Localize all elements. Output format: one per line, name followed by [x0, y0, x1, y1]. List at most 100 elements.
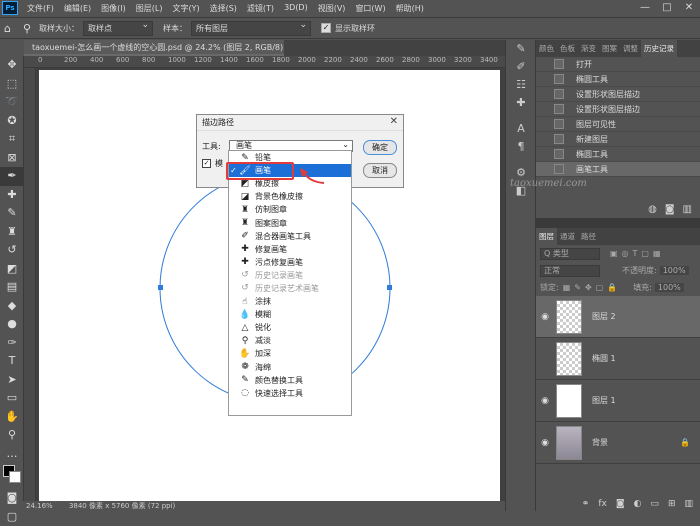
menu-item[interactable]: 图层(L) [131, 3, 168, 14]
history-item[interactable]: 椭圆工具 [536, 147, 700, 162]
pen-tool-icon[interactable]: ✑ [0, 334, 24, 353]
adjustment-icon[interactable]: ◐ [634, 499, 642, 509]
menu-item[interactable]: 3D(D) [279, 3, 313, 14]
tool-option[interactable]: ✎颜色替换工具 [229, 374, 351, 387]
tool-option[interactable]: ♜仿制图章 [229, 203, 351, 216]
tool-option[interactable]: ⚲减淡 [229, 334, 351, 347]
home-icon[interactable]: ⌂ [4, 22, 11, 35]
fill-value[interactable]: 100% [655, 283, 684, 292]
move-tool-icon[interactable]: ✥ [0, 56, 24, 75]
eyedropper-icon[interactable]: ⚲ [23, 22, 31, 35]
tool-option[interactable]: ✚修复画笔 [229, 243, 351, 256]
camera-icon[interactable]: ◙ [665, 204, 675, 215]
layer-name[interactable]: 背景 [592, 437, 608, 448]
healing-tool-icon[interactable]: ✚ [0, 186, 24, 205]
minimize-button[interactable]: — [634, 0, 656, 16]
more-tools-icon[interactable]: … [0, 445, 24, 464]
fx-icon[interactable]: fx [598, 499, 607, 509]
visibility-eye-icon[interactable]: ◉ [536, 312, 554, 322]
show-ring-checkbox[interactable]: ✓ [321, 23, 331, 33]
frame-tool-icon[interactable]: ⊠ [0, 149, 24, 168]
layer-row[interactable]: ◉ 图层 1 [536, 380, 700, 422]
panel-icon-2[interactable]: ✐ [506, 58, 536, 76]
background-color[interactable] [9, 471, 21, 483]
panel-tab[interactable]: 调整 [620, 40, 641, 57]
tool-option[interactable]: 💧模糊 [229, 308, 351, 321]
layer-row[interactable]: ◉ 背景 🔒 [536, 422, 700, 464]
history-item[interactable]: 打开 [536, 57, 700, 72]
dialog-close-icon[interactable]: ✕ [390, 116, 398, 127]
mask-icon[interactable]: ◙ [616, 499, 625, 509]
new-layer-icon[interactable]: ⊞ [668, 499, 676, 509]
layer-name[interactable]: 椭圆 1 [592, 353, 616, 364]
panel-tab[interactable]: 图案 [599, 40, 620, 57]
shape-tool-icon[interactable]: ▭ [0, 389, 24, 408]
menu-item[interactable]: 帮助(H) [391, 3, 429, 14]
blend-mode-select[interactable]: 正常 [540, 265, 600, 277]
panel-tab[interactable]: 颜色 [536, 40, 557, 57]
link-layers-icon[interactable]: ⚭ [582, 499, 590, 509]
layer-panel-tab[interactable]: 通道 [557, 228, 578, 245]
hand-tool-icon[interactable]: ✋ [0, 408, 24, 427]
color-swatches[interactable] [0, 463, 23, 489]
history-item[interactable]: 设置形状图层描边 [536, 87, 700, 102]
layer-panel-tab[interactable]: 图层 [536, 228, 557, 245]
filter-icons[interactable]: ▣◎T▢▦ [610, 249, 665, 258]
dodge-tool-icon[interactable]: ● [0, 315, 24, 334]
stamp-tool-icon[interactable]: ♜ [0, 223, 24, 242]
path-select-tool-icon[interactable]: ➤ [0, 371, 24, 390]
eraser-tool-icon[interactable]: ◩ [0, 260, 24, 279]
layer-name[interactable]: 图层 2 [592, 311, 616, 322]
lasso-tool-icon[interactable]: ➰ [0, 93, 24, 112]
layer-name[interactable]: 图层 1 [592, 395, 616, 406]
delete-layer-icon[interactable]: ▥ [684, 499, 693, 509]
sample-select[interactable]: 所有图层 [191, 21, 311, 36]
ok-button[interactable]: 确定 [363, 140, 397, 155]
panel-tab[interactable]: 历史记录 [641, 40, 677, 57]
history-item[interactable]: 图层可见性 [536, 117, 700, 132]
menu-item[interactable]: 编辑(E) [59, 3, 96, 14]
maximize-button[interactable]: □ [656, 0, 678, 16]
tool-option[interactable]: ✚污点修复画笔 [229, 256, 351, 269]
tool-option[interactable]: ✋加深 [229, 347, 351, 360]
lock-icons[interactable]: ▦✎✥▢🔒 [563, 283, 621, 292]
history-item[interactable]: 新建图层 [536, 132, 700, 147]
tool-option[interactable]: ◌快速选择工具 [229, 387, 351, 400]
tool-option[interactable]: ♜图案图章 [229, 216, 351, 229]
close-button[interactable]: ✕ [678, 0, 700, 16]
tool-option[interactable]: ☝涂抹 [229, 295, 351, 308]
layer-row[interactable]: 椭圆 1 [536, 338, 700, 380]
layer-panel-tab[interactable]: 路径 [578, 228, 599, 245]
document-info[interactable]: 3840 像素 x 5760 像素 (72 ppi) [69, 502, 175, 510]
menu-item[interactable]: 图像(I) [96, 3, 131, 14]
menu-item[interactable]: 文件(F) [22, 3, 59, 14]
menu-item[interactable]: 文字(Y) [167, 3, 204, 14]
tool-option[interactable]: ❁海绵 [229, 361, 351, 374]
tool-option[interactable]: ◪背景色橡皮擦 [229, 190, 351, 203]
quick-select-tool-icon[interactable]: ✪ [0, 112, 24, 131]
type-tool-icon[interactable]: T [0, 352, 24, 371]
opacity-value[interactable]: 100% [660, 266, 689, 275]
panel-icon-3[interactable]: ☷ [506, 76, 536, 94]
menu-item[interactable]: 视图(V) [313, 3, 351, 14]
menu-item[interactable]: 窗口(W) [350, 3, 390, 14]
menu-item[interactable]: 选择(S) [205, 3, 242, 14]
tool-option[interactable]: ↺历史记录艺术画笔 [229, 282, 351, 295]
history-item[interactable]: 设置形状图层描边 [536, 102, 700, 117]
zoom-level[interactable]: 24.16% [26, 502, 53, 510]
anchor-point-left[interactable] [158, 285, 163, 290]
sample-size-select[interactable]: 取样点 [83, 21, 153, 36]
anchor-point-right[interactable] [387, 285, 392, 290]
document-tab[interactable]: taoxuemei-怎么画一个虚线的空心圆.psd @ 24.2% (图层 2,… [24, 40, 284, 56]
layer-row[interactable]: ◉ 图层 2 [536, 296, 700, 338]
marquee-tool-icon[interactable]: ⬚ [0, 75, 24, 94]
panel-icon-1[interactable]: ✎ [506, 40, 536, 58]
gradient-tool-icon[interactable]: ▤ [0, 278, 24, 297]
menu-item[interactable]: 滤镜(T) [242, 3, 279, 14]
panel-tab[interactable]: 渐变 [578, 40, 599, 57]
paragraph-panel-icon[interactable]: ¶ [506, 138, 536, 156]
eyedropper-tool-icon[interactable]: ✒ [0, 167, 24, 186]
crop-tool-icon[interactable]: ⌗ [0, 130, 24, 149]
blur-tool-icon[interactable]: ◆ [0, 297, 24, 316]
history-item[interactable]: 椭圆工具 [536, 72, 700, 87]
